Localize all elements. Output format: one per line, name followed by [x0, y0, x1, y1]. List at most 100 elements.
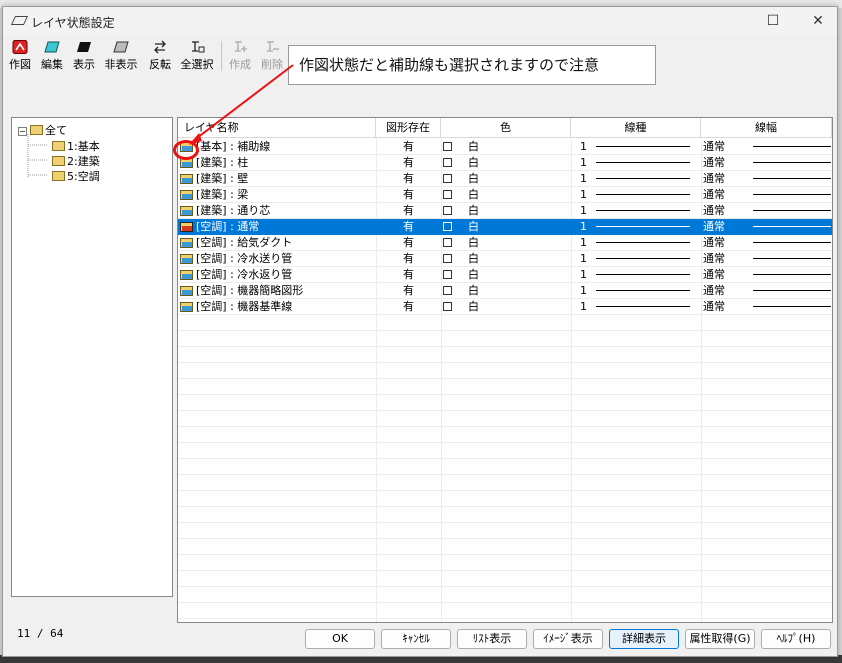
edit-icon	[44, 41, 60, 53]
linetype-value: 1	[580, 252, 587, 265]
table-row[interactable]: [建築] : 柱 有 白 1 通常	[178, 155, 832, 171]
layer-folder-icon[interactable]	[180, 206, 193, 216]
layer-folder-icon[interactable]	[180, 238, 193, 248]
get-attribute-button[interactable]: 属性取得(G)	[685, 629, 755, 649]
layer-folder-icon[interactable]	[180, 174, 193, 184]
create-icon	[235, 41, 247, 52]
linetype-value: 1	[580, 156, 587, 169]
list-view-button[interactable]: ﾘｽﾄ表示	[457, 629, 527, 649]
color-swatch[interactable]	[443, 174, 452, 183]
table-row[interactable]: [建築] : 壁 有 白 1 通常	[178, 171, 832, 187]
layer-folder-icon[interactable]	[180, 222, 193, 232]
color-name: 白	[468, 252, 479, 265]
color-swatch[interactable]	[443, 270, 452, 279]
column-header-linetype[interactable]: 線種	[571, 118, 701, 138]
linewidth-value: 通常	[703, 220, 725, 233]
linewidth-sample	[753, 194, 831, 195]
shape-exists: 有	[403, 140, 414, 153]
layer-folder-icon[interactable]	[180, 302, 193, 312]
column-header-name[interactable]: レイヤ名称	[178, 118, 376, 138]
layer-folder-icon[interactable]	[180, 286, 193, 296]
color-swatch[interactable]	[443, 222, 452, 231]
row-divider	[178, 538, 832, 539]
shape-exists: 有	[403, 268, 414, 281]
row-divider	[178, 362, 832, 363]
linetype-value: 1	[580, 284, 587, 297]
linetype-value: 1	[580, 204, 587, 217]
color-name: 白	[468, 172, 479, 185]
delete-button[interactable]: 削除	[257, 37, 287, 77]
window-title: レイヤ状態設定	[31, 16, 115, 30]
list-header: レイヤ名称 図形存在 色 線種 線幅	[178, 118, 832, 138]
linetype-sample	[596, 290, 690, 291]
shape-exists: 有	[403, 300, 414, 313]
row-divider	[178, 458, 832, 459]
color-name: 白	[468, 140, 479, 153]
row-divider	[178, 570, 832, 571]
layer-name: [建築] : 壁	[196, 172, 249, 185]
linewidth-sample	[753, 290, 831, 291]
close-icon[interactable]: ✕	[803, 11, 833, 31]
color-swatch[interactable]	[443, 190, 452, 199]
table-row[interactable]: [建築] : 梁 有 白 1 通常	[178, 187, 832, 203]
color-swatch[interactable]	[443, 206, 452, 215]
layer-folder-icon[interactable]	[180, 254, 193, 264]
color-name: 白	[468, 204, 479, 217]
maximize-icon[interactable]: ☐	[758, 11, 788, 31]
color-name: 白	[468, 268, 479, 281]
shape-exists: 有	[403, 236, 414, 249]
shape-exists: 有	[403, 284, 414, 297]
linewidth-value: 通常	[703, 140, 725, 153]
layer-name: [建築] : 柱	[196, 156, 249, 169]
color-swatch[interactable]	[443, 254, 452, 263]
color-swatch[interactable]	[443, 142, 452, 151]
row-divider	[178, 410, 832, 411]
column-header-color[interactable]: 色	[441, 118, 571, 138]
create-button[interactable]: 作成	[225, 37, 255, 77]
table-row[interactable]: [空調] : 給気ダクト 有 白 1 通常	[178, 235, 832, 251]
column-header-linewidth[interactable]: 線幅	[701, 118, 832, 138]
layer-folder-icon[interactable]	[180, 270, 193, 280]
linewidth-value: 通常	[703, 236, 725, 249]
delete-icon	[267, 41, 279, 52]
color-swatch[interactable]	[443, 158, 452, 167]
layer-group-tree[interactable]: − 全て 1:基本 2:建築 5:空調	[11, 117, 173, 597]
column-header-exists[interactable]: 図形存在	[376, 118, 441, 138]
table-row[interactable]: [空調] : 冷水返り管 有 白 1 通常	[178, 267, 832, 283]
image-view-button[interactable]: ｲﾒｰｼﾞ表示	[533, 629, 603, 649]
show-button[interactable]: 表示	[69, 37, 99, 77]
edit-button[interactable]: 編集	[37, 37, 67, 77]
title-bar: レイヤ状態設定 ☐ ✕	[3, 7, 837, 35]
hide-button[interactable]: 非表示	[101, 37, 141, 77]
table-row[interactable]: [空調] : 冷水送り管 有 白 1 通常	[178, 251, 832, 267]
invert-button[interactable]: 反転	[145, 37, 175, 77]
layer-name: [空調] : 冷水返り管	[196, 268, 293, 281]
draw-button[interactable]: 作図	[5, 37, 35, 77]
row-divider	[178, 602, 832, 603]
cancel-button[interactable]: ｷｬﾝｾﾙ	[381, 629, 451, 649]
color-swatch[interactable]	[443, 286, 452, 295]
layer-name: [空調] : 通常	[196, 220, 260, 233]
table-row[interactable]: [建築] : 通り芯 有 白 1 通常	[178, 203, 832, 219]
table-row[interactable]: [空調] : 機器基準線 有 白 1 通常	[178, 299, 832, 315]
select-all-button[interactable]: 全選択	[177, 37, 217, 77]
row-divider	[178, 522, 832, 523]
linetype-sample	[596, 306, 690, 307]
row-divider	[178, 330, 832, 331]
table-row[interactable]: [空調] : 機器簡略図形 有 白 1 通常	[178, 283, 832, 299]
table-row[interactable]: [空調] : 通常 有 白 1 通常	[178, 219, 832, 235]
row-divider	[178, 506, 832, 507]
layer-list[interactable]: レイヤ名称 図形存在 色 線種 線幅 [基本] : 補助線有白 1 通常 [建築] :…	[177, 117, 833, 623]
layer-folder-icon[interactable]	[180, 190, 193, 200]
linewidth-sample	[753, 306, 831, 307]
help-button[interactable]: ﾍﾙﾌﾟ(H)	[761, 629, 831, 649]
color-swatch[interactable]	[443, 238, 452, 247]
color-swatch[interactable]	[443, 302, 452, 311]
detail-view-button[interactable]: 詳細表示	[609, 629, 679, 649]
linewidth-sample	[753, 226, 831, 227]
linewidth-sample	[753, 162, 831, 163]
table-row[interactable]: [基本] : 補助線 有 白 1 通常	[178, 139, 832, 155]
linewidth-value: 通常	[703, 204, 725, 217]
layer-name: [基本] : 補助線	[196, 140, 271, 153]
ok-button[interactable]: OK	[305, 629, 375, 649]
